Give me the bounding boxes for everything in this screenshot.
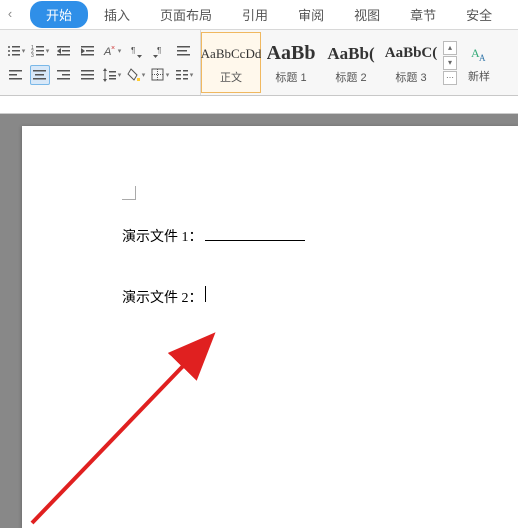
new-style-icon[interactable]: AA — [467, 42, 491, 66]
ruler[interactable] — [0, 96, 518, 114]
align-center-icon[interactable] — [30, 65, 50, 85]
svg-text:×: × — [111, 45, 115, 52]
new-style-label: 新样 — [468, 68, 490, 84]
tabs-icon[interactable]: ▾ — [174, 65, 194, 85]
new-style-group: AA 新样 — [459, 30, 499, 95]
tab-home[interactable]: 开始 — [30, 1, 88, 28]
line1-label: 演示文件 1： — [122, 226, 203, 246]
tab-security[interactable]: 安全 — [452, 0, 506, 29]
ribbon: ▾ 123▾ A×▾ ¶ ¶ ▾ ▾ ▾ ▾ AaBbCc — [0, 30, 518, 96]
tab-review[interactable]: 审阅 — [284, 0, 338, 29]
tab-references[interactable]: 引用 — [228, 0, 282, 29]
ltr-icon[interactable]: ¶ — [126, 41, 146, 61]
style-heading-2[interactable]: AaBb( 标题 2 — [321, 32, 381, 93]
align-justify-icon[interactable] — [78, 65, 98, 85]
style-heading-3[interactable]: AaBbC( 标题 3 — [381, 32, 441, 93]
decrease-indent-icon[interactable] — [54, 41, 74, 61]
paragraph-group: ▾ 123▾ A×▾ ¶ ¶ ▾ ▾ ▾ ▾ — [0, 30, 201, 95]
doc-line-1[interactable]: 演示文件 1： — [122, 226, 418, 246]
svg-text:3: 3 — [31, 53, 34, 58]
line-spacing-icon[interactable]: ▾ — [102, 65, 122, 85]
line1-underline-field[interactable] — [205, 227, 305, 241]
shading-icon[interactable]: ▾ — [126, 65, 146, 85]
style-heading-1[interactable]: AaBb 标题 1 — [261, 32, 321, 93]
doc-line-2[interactable]: 演示文件 2： — [122, 286, 418, 307]
styles-gallery: AaBbCcDd 正文 AaBb 标题 1 AaBb( 标题 2 AaBbC( … — [201, 30, 459, 95]
align-right-icon[interactable] — [54, 65, 74, 85]
style-body-text[interactable]: AaBbCcDd 正文 — [201, 32, 261, 93]
rtl-icon[interactable]: ¶ — [150, 41, 170, 61]
svg-text:¶: ¶ — [131, 46, 135, 55]
style-scroll-up[interactable]: ▴ — [443, 41, 457, 55]
paragraph-mark-icon — [122, 186, 136, 200]
document-page[interactable]: 演示文件 1： 演示文件 2： — [22, 126, 518, 528]
align-left-icon[interactable] — [6, 65, 26, 85]
clear-formatting-icon[interactable]: A×▾ — [102, 41, 122, 61]
tab-scroll-left[interactable]: ‹ — [0, 6, 20, 21]
text-cursor — [205, 286, 206, 302]
tab-page-layout[interactable]: 页面布局 — [146, 0, 226, 29]
number-list-icon[interactable]: 123▾ — [30, 41, 50, 61]
tab-sections[interactable]: 章节 — [396, 0, 450, 29]
line2-label: 演示文件 2： — [122, 287, 203, 307]
tab-insert[interactable]: 插入 — [90, 0, 144, 29]
show-marks-icon[interactable] — [174, 41, 194, 61]
svg-text:¶: ¶ — [157, 46, 161, 55]
tab-view[interactable]: 视图 — [340, 0, 394, 29]
borders-icon[interactable]: ▾ — [150, 65, 170, 85]
style-nav: ▴ ▾ ⋯ — [441, 32, 459, 93]
tab-bar: ‹ 开始 插入 页面布局 引用 审阅 视图 章节 安全 — [0, 0, 518, 30]
annotation-arrow — [22, 298, 242, 528]
style-scroll-down[interactable]: ▾ — [443, 56, 457, 70]
increase-indent-icon[interactable] — [78, 41, 98, 61]
style-more[interactable]: ⋯ — [443, 71, 457, 85]
document-workspace: 演示文件 1： 演示文件 2： — [0, 114, 518, 528]
svg-text:A: A — [479, 53, 486, 63]
bullet-list-icon[interactable]: ▾ — [6, 41, 26, 61]
